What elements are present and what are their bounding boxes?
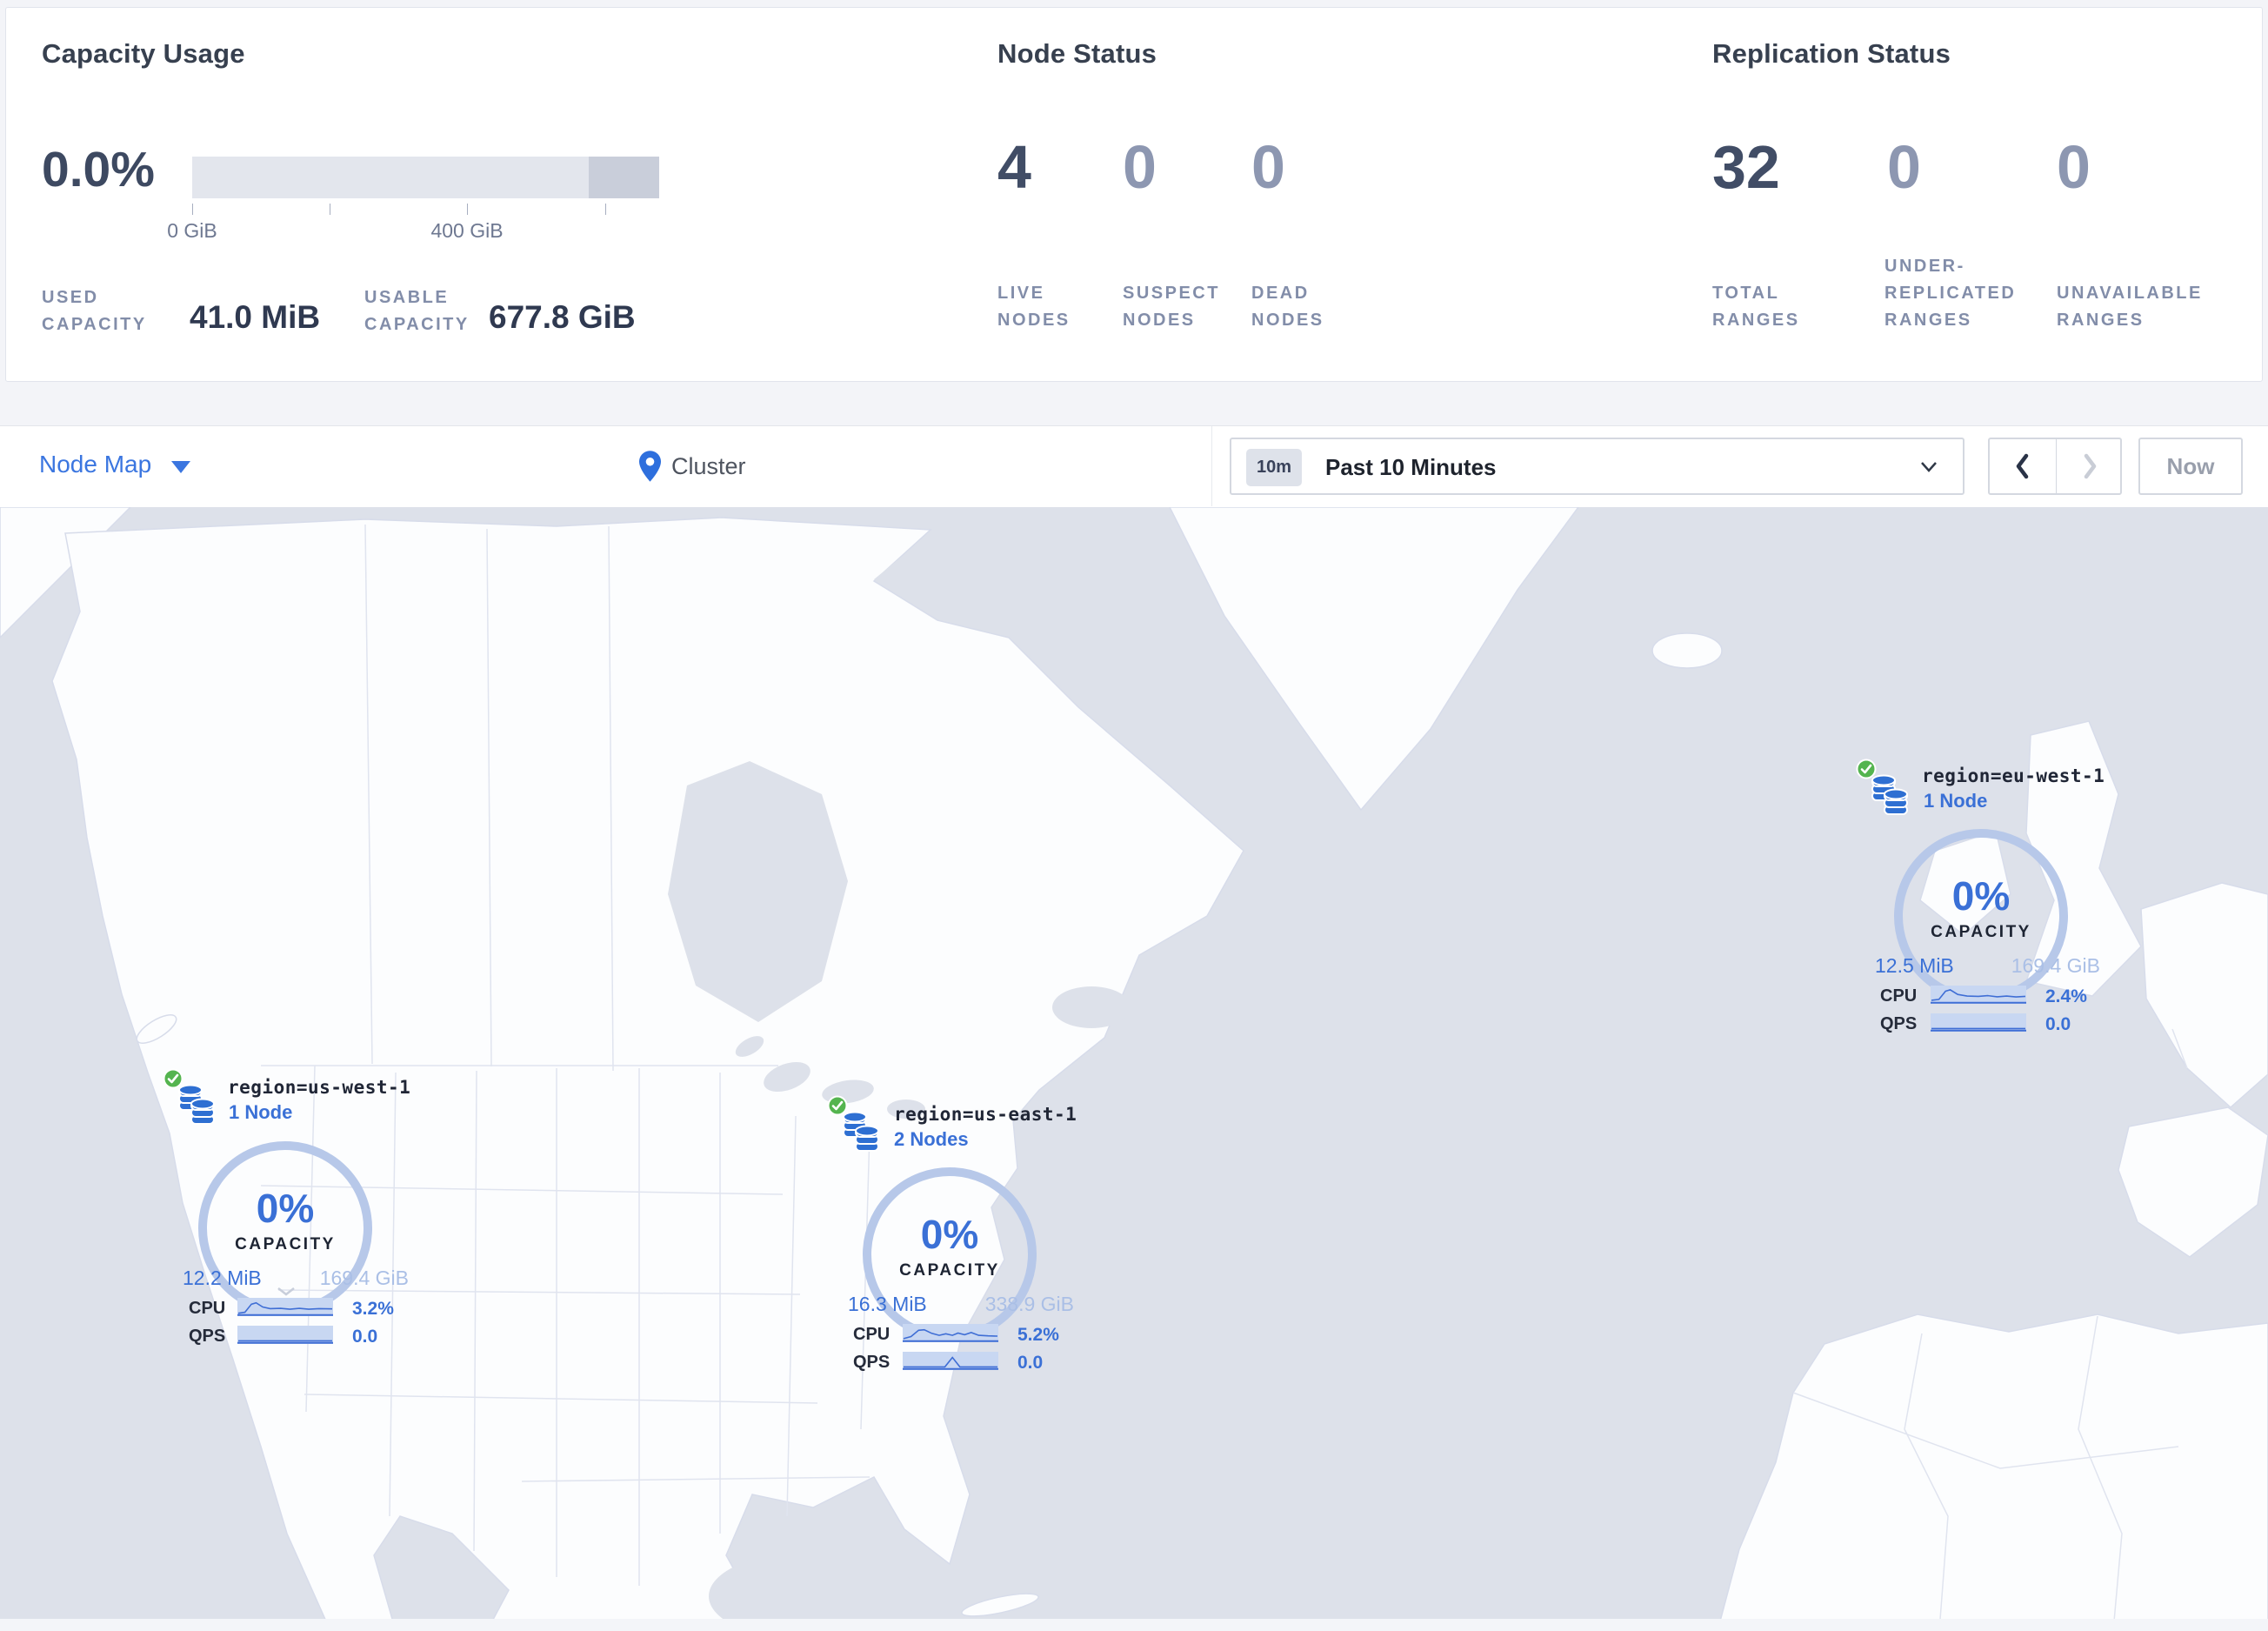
region-title: region=us-west-1 <box>228 1077 411 1098</box>
toolbar-divider <box>1211 426 1212 506</box>
location-pin-icon <box>639 451 661 482</box>
total-ranges-count: 32 <box>1712 133 1780 201</box>
total-ranges-label: TOTAL RANGES <box>1712 284 1800 330</box>
qps-sparkline <box>1931 1013 2026 1032</box>
cpu-label: CPU <box>853 1325 891 1344</box>
capacity-used: 16.3 MiB <box>848 1293 927 1315</box>
chevron-down-icon <box>1921 462 1937 472</box>
cpu-sparkline <box>1931 986 2026 1004</box>
map-bottom-strip <box>0 1619 2268 1631</box>
live-nodes-count: 4 <box>997 133 1031 201</box>
capacity-used: 12.5 MiB <box>1875 954 1954 977</box>
used-capacity-value: 41.0 MiB <box>190 299 321 335</box>
usable-capacity-label: USABLE CAPACITY <box>364 288 470 334</box>
usable-capacity-value: 677.8 GiB <box>489 299 636 335</box>
gauge-percent: 0% <box>256 1186 315 1231</box>
capacity-axis-400: 400 GiB <box>430 219 504 242</box>
used-capacity-label: USED CAPACITY <box>42 288 147 334</box>
gauge-capacity-label: CAPACITY <box>235 1235 336 1253</box>
chevron-right-icon <box>2084 453 2097 479</box>
gauge-capacity-label: CAPACITY <box>899 1261 1000 1280</box>
region-badge-us-east-1[interactable]: region=us-east-1 2 Nodes 0% CAPACITY 16.… <box>817 1093 1096 1388</box>
gauge-percent: 0% <box>1951 873 2011 919</box>
view-selector[interactable]: Node Map <box>39 451 151 478</box>
node-map-page: Capacity Usage 0.0% 0 GiB 400 GiB USED C… <box>0 0 2268 1631</box>
cpu-value: 2.4% <box>2045 986 2087 1006</box>
time-next-button[interactable] <box>2057 439 2123 493</box>
gauge-capacity-label: CAPACITY <box>1931 923 2031 941</box>
capacity-total: 169.4 GiB <box>319 1267 409 1289</box>
under-replicated-count: 0 <box>1887 133 1921 201</box>
node-status-title: Node Status <box>997 38 1157 69</box>
cpu-label: CPU <box>189 1299 226 1318</box>
qps-sparkline <box>237 1326 333 1344</box>
unavailable-count: 0 <box>2057 133 2091 201</box>
cpu-label: CPU <box>1880 986 1918 1006</box>
region-title: region=eu-west-1 <box>1922 765 2105 786</box>
gauge-percent: 0% <box>920 1212 979 1257</box>
qps-label: QPS <box>853 1353 891 1372</box>
capacity-used: 12.2 MiB <box>183 1267 262 1289</box>
region-node-count[interactable]: 1 Node <box>1924 790 1987 812</box>
cpu-sparkline <box>237 1298 333 1316</box>
region-node-count[interactable]: 1 Node <box>229 1101 292 1124</box>
chevron-down-icon[interactable] <box>277 1287 296 1296</box>
database-stack-icon <box>843 1111 879 1152</box>
database-stack-icon <box>1871 774 1908 815</box>
capacity-percent: 0.0% <box>42 142 155 197</box>
capacity-total: 169.4 GiB <box>2011 954 2100 977</box>
replication-status-title: Replication Status <box>1712 38 1951 69</box>
qps-label: QPS <box>1880 1014 1918 1033</box>
region-title: region=us-east-1 <box>894 1104 1077 1125</box>
time-range-select[interactable]: 10m Past 10 Minutes <box>1230 438 1964 495</box>
time-range-label: Past 10 Minutes <box>1325 454 1497 480</box>
time-nav-group <box>1988 438 2122 495</box>
under-replicated-label: UNDER-REPLICATED RANGES <box>1884 257 2017 330</box>
qps-value: 0.0 <box>352 1327 378 1347</box>
suspect-nodes-label: SUSPECT NODES <box>1123 284 1220 330</box>
qps-value: 0.0 <box>1017 1353 1044 1373</box>
database-stack-icon <box>178 1084 215 1125</box>
dead-nodes-label: DEAD NODES <box>1251 284 1324 330</box>
capacity-total: 338.9 GiB <box>984 1293 1074 1315</box>
cpu-value: 5.2% <box>1017 1325 1059 1345</box>
unavailable-label: UNAVAILABLE RANGES <box>2057 284 2203 330</box>
breadcrumb[interactable]: Cluster <box>671 453 746 480</box>
time-range-badge: 10m <box>1246 449 1303 486</box>
qps-sparkline <box>903 1352 998 1370</box>
suspect-nodes-count: 0 <box>1123 133 1157 201</box>
region-badge-us-west-1[interactable]: region=us-west-1 1 Node 0% CAPACITY 12.2… <box>148 1066 426 1361</box>
capacity-bar-reserved-segment <box>589 157 659 198</box>
cpu-value: 3.2% <box>352 1299 394 1319</box>
region-node-count[interactable]: 2 Nodes <box>894 1128 969 1151</box>
region-badge-eu-west-1[interactable]: region=eu-west-1 1 Node 0% CAPACITY 12.5… <box>1852 756 2131 1052</box>
dead-nodes-count: 0 <box>1251 133 1285 201</box>
live-nodes-label: LIVE NODES <box>997 284 1071 330</box>
qps-value: 0.0 <box>2045 1014 2071 1034</box>
chevron-left-icon <box>2016 453 2029 479</box>
caret-down-icon[interactable] <box>171 461 190 473</box>
capacity-bar <box>192 157 659 198</box>
cpu-sparkline <box>903 1324 998 1342</box>
now-button[interactable]: Now <box>2138 438 2243 495</box>
capacity-axis-0: 0 GiB <box>167 219 217 242</box>
qps-label: QPS <box>189 1327 226 1346</box>
time-prev-button[interactable] <box>1990 439 2056 493</box>
capacity-usage-title: Capacity Usage <box>42 38 245 69</box>
